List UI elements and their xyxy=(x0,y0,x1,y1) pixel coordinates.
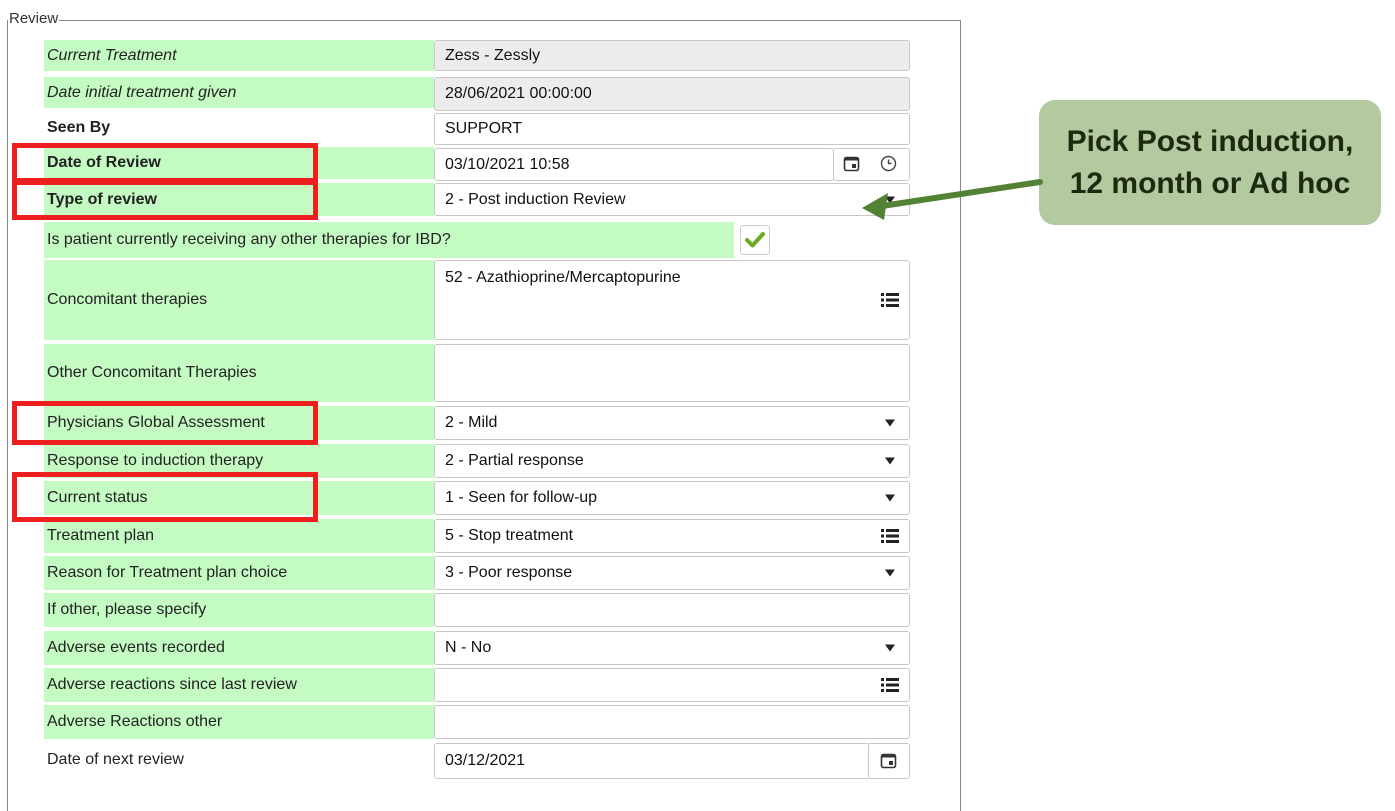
callout-arrow xyxy=(862,179,1043,220)
